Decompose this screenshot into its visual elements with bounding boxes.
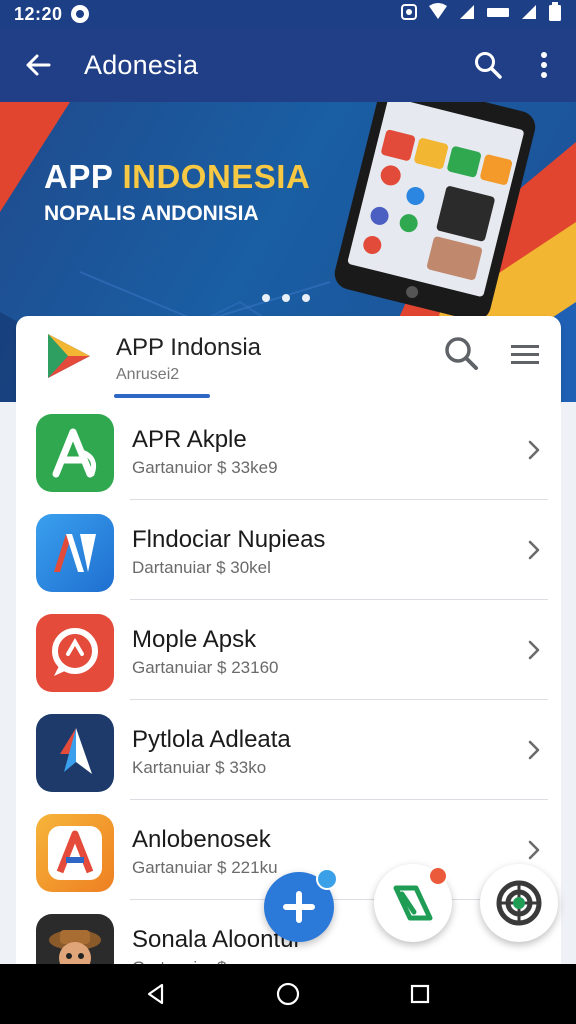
banner-headline: APP INDONESIA [44,158,310,196]
app-name-label: APR Akple [132,426,247,453]
play-triangle-logo-icon [48,334,90,378]
card-search-button[interactable] [442,334,482,374]
app-subtitle: Anrusei2 [116,366,180,383]
app-meta-label: Gartanuiar $ 23160 [132,658,279,677]
chevron-right-icon [528,840,540,860]
arrow-back-icon [26,54,51,76]
chevron-right-icon [528,640,540,660]
letter-a-green-icon [36,414,114,492]
app-screen: 12:20 Adonesia APP INDONESIA NOPALIS AND… [0,0,576,1024]
hamburger-menu-icon [511,345,539,364]
active-tab-indicator [114,394,210,398]
settings-fab-button[interactable] [480,864,558,942]
gear-globe-icon [496,880,542,926]
list-item[interactable]: Mople Apsk Gartanuiar $ 23160 [16,600,561,700]
letter-a-orange-icon [36,814,114,892]
notification-badge [316,868,338,890]
character-avatar-icon [36,914,114,966]
card-menu-button[interactable] [508,338,542,372]
plus-icon [283,891,315,923]
signal-icon [458,3,476,26]
nav-recents-button[interactable] [400,974,440,1014]
chevron-right-icon [528,740,540,760]
back-button[interactable] [6,33,70,97]
square-recents-icon [410,984,430,1004]
app-meta-label: Gartanuior $ 33ke9 [132,458,278,477]
nav-back-button[interactable] [136,974,176,1014]
map-icon [393,885,433,921]
status-time: 12:20 [14,3,63,24]
chevron-right-icon [528,540,540,560]
list-item[interactable]: Flndociar Nupieas Dartanuiar $ 30kel [16,500,561,600]
app-name-label: Mople Apsk [132,626,257,653]
nfc-icon [400,3,418,26]
status-bar: 12:20 [0,0,576,28]
search-icon [445,337,478,370]
circle-home-icon [276,982,300,1006]
battery-icon [548,1,562,27]
banner-headline-part2: INDONESIA [122,158,311,195]
add-fab-button[interactable] [264,868,338,942]
arrow-navigation-icon [36,714,114,792]
letter-n-blue-icon [36,514,114,592]
chat-bubble-icon [36,614,114,692]
app-name-label: Pytlola Adleata [132,726,291,753]
carousel-dot[interactable] [262,294,270,302]
list-item[interactable]: APR Akple Gartanuior $ 33ke9 [16,400,561,500]
app-meta-label: Dartanuiar $ 30kel [132,558,271,577]
app-toolbar: Adonesia [0,28,576,102]
carousel-indicator[interactable] [262,294,310,302]
more-vert-icon [541,52,547,78]
search-icon [475,52,502,79]
banner-headline-part1: APP [44,158,123,195]
app-name: APP Indonsia [116,334,261,361]
app-meta-label: Kartanuiar $ 33ko [132,758,267,777]
app-name-label: Flndociar Nupieas [132,526,326,553]
carousel-dot[interactable] [302,294,310,302]
notification-icon [70,5,89,23]
chevron-right-icon [528,440,540,460]
app-header-card: APP Indonsia Anrusei2 [16,316,561,400]
app-logo [42,330,94,387]
app-meta-label: Gartanuiar $ 221ku [132,858,278,877]
toolbar-search-button[interactable] [460,37,516,93]
signal-icon-2 [520,3,538,26]
map-fab-button[interactable] [374,864,452,942]
status-icons [400,1,562,27]
overflow-menu-button[interactable] [516,37,572,93]
cast-icon [486,3,510,26]
banner-subline: NOPALIS ANDONISIA [44,202,259,225]
notification-badge [428,866,448,886]
wifi-icon [428,2,448,26]
app-name-label: Anlobenosek [132,826,271,853]
page-title: Adonesia [84,49,199,80]
carousel-dot[interactable] [282,294,290,302]
triangle-back-icon [147,983,164,1005]
nav-home-button[interactable] [268,974,308,1014]
system-nav-bar [0,964,576,1024]
list-item[interactable]: Pytlola Adleata Kartanuiar $ 33ko [16,700,561,800]
